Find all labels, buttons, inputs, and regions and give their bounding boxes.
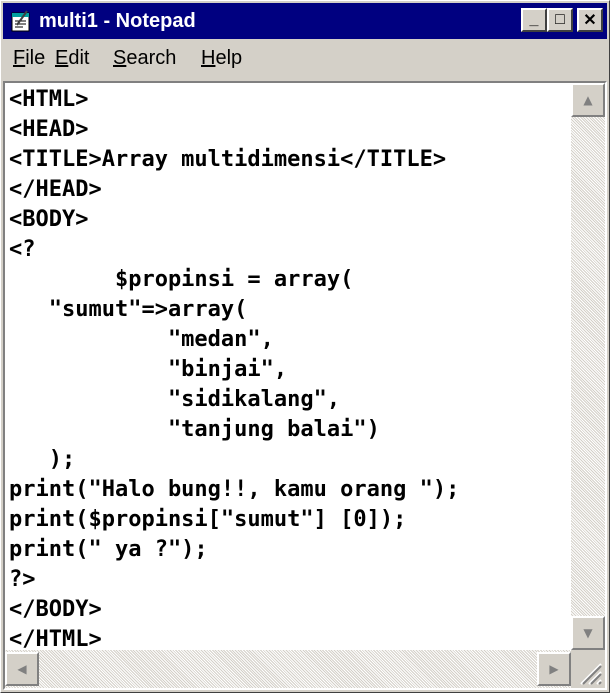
menu-search[interactable]: Search [113,46,176,70]
arrow-right-icon: ▶ [549,662,559,676]
code-line: </HTML> [9,627,102,650]
code-line: <HEAD> [9,117,89,142]
menu-search-accel: S [113,47,127,69]
menu-file[interactable]: File [13,46,45,70]
code-line: "medan", [9,327,274,352]
close-icon: ✕ [583,12,597,29]
notepad-window: multi1 - Notepad _ □ ✕ File Edit Search … [0,0,610,693]
menu-edit-label: dit [68,47,90,69]
code-line: print("Halo bung!!, kamu orang "); [9,477,460,502]
code-line: <BODY> [9,207,89,232]
scrollbar-corner [571,650,605,688]
code-line: <? [9,237,36,262]
arrow-left-icon: ◀ [17,662,27,676]
code-line: "binjai", [9,357,288,382]
code-line: ); [9,447,76,472]
scroll-left-button[interactable]: ◀ [5,652,39,686]
menu-file-label: ile [25,47,46,69]
code-line: </HEAD> [9,177,102,202]
close-button[interactable]: ✕ [577,8,603,32]
editor-frame: <HTML> <HEAD> <TITLE>Array multidimensi</T… [3,81,607,690]
menu-file-accel: F [13,47,26,69]
code-line: "sumut"=>array( [9,297,248,322]
vertical-scrollbar[interactable]: ▲ ▼ [571,83,605,650]
code-line: print($propinsi["sumut"] [0]); [9,507,407,532]
scroll-right-button[interactable]: ▶ [537,652,571,686]
menu-bar: File Edit Search Help [3,41,607,77]
minimize-icon: _ [529,11,539,28]
horizontal-scrollbar[interactable]: ◀ ▶ [5,650,571,688]
code-text: <HTML> <HEAD> <TITLE>Array multidimensi</T… [5,83,571,650]
menu-edit[interactable]: Edit [55,46,89,70]
code-line: <HTML> [9,87,89,112]
title-bar[interactable]: multi1 - Notepad _ □ ✕ [3,3,607,39]
arrow-down-icon: ▼ [583,626,593,640]
code-line: "tanjung balai") [9,417,380,442]
menu-help-label: elp [215,47,243,69]
code-line: </BODY> [9,597,102,622]
code-line: print(" ya ?"); [9,537,208,562]
menu-help[interactable]: Help [201,46,242,70]
menu-search-label: earch [126,47,177,69]
minimize-button[interactable]: _ [521,8,547,32]
window-title: multi1 - Notepad [39,10,196,32]
arrow-up-icon: ▲ [583,93,593,107]
notepad-icon[interactable] [9,9,33,33]
scroll-up-button[interactable]: ▲ [571,83,605,117]
code-line: $propinsi = array( [9,267,354,292]
menu-edit-accel: E [55,47,69,69]
resize-grip-icon[interactable] [577,660,603,686]
code-line: "sidikalang", [9,387,341,412]
code-line: ?> [9,567,36,592]
menu-help-accel: H [201,47,216,69]
code-line: <TITLE>Array multidimensi</TITLE> [9,147,447,172]
scroll-down-button[interactable]: ▼ [571,616,605,650]
maximize-icon: □ [555,11,565,28]
text-editor[interactable]: <HTML> <HEAD> <TITLE>Array multidimensi</T… [5,83,571,650]
maximize-button[interactable]: □ [547,8,573,32]
